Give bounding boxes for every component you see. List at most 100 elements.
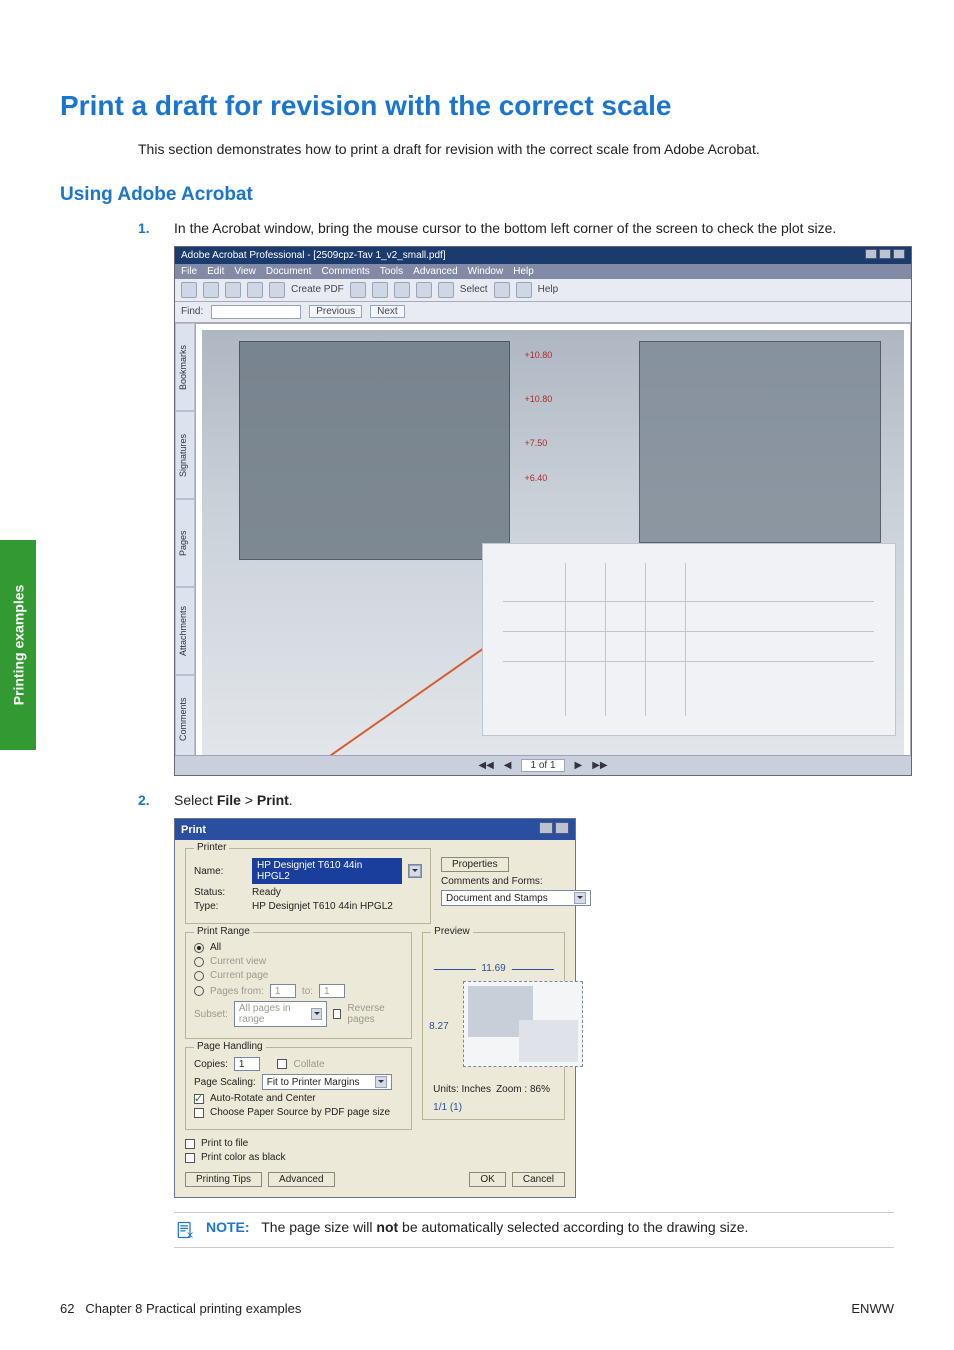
close-icon (893, 249, 905, 259)
papersource-checkbox (194, 1108, 204, 1118)
page-title: Print a draft for revision with the corr… (60, 90, 894, 122)
radio-all (194, 943, 204, 953)
zoom-label: Zoom : 86% (496, 1084, 550, 1095)
step-text: Select File > Print. (174, 790, 894, 810)
radio-current-view (194, 957, 204, 967)
print-range-group: Print Range All Current view Current pag… (185, 932, 412, 1039)
units-label: Units: Inches (433, 1084, 491, 1095)
print-black-checkbox (185, 1153, 195, 1163)
collate-checkbox (277, 1059, 287, 1069)
properties-button: Properties (441, 857, 509, 872)
print-to-file-checkbox (185, 1139, 195, 1149)
dialog-title: Print (181, 824, 206, 836)
menu-advanced: Advanced (413, 266, 457, 277)
advanced-button: Advanced (268, 1172, 334, 1187)
statusbar: ◀◀◀ 1 of 1 ▶▶▶ (175, 755, 911, 775)
highlight-icon (372, 282, 388, 298)
hand-icon (438, 282, 454, 298)
copies-input: 1 (234, 1057, 260, 1071)
window-title: Adobe Acrobat Professional - [2509cpz-Ta… (181, 250, 446, 261)
status-value: Ready (252, 887, 281, 898)
radio-pages (194, 986, 204, 996)
snapshot-icon (494, 282, 510, 298)
page-indicator: 1 of 1 (521, 759, 564, 772)
dialog-titlebar: Print (175, 819, 575, 840)
menu-comments: Comments (321, 266, 369, 277)
status-label: Status: (194, 887, 246, 898)
step-text: In the Acrobat window, bring the mouse c… (174, 218, 894, 238)
search-icon (269, 282, 285, 298)
tab-bookmarks: Bookmarks (175, 323, 195, 411)
find-input (211, 305, 301, 319)
name-label: Name: (194, 866, 246, 877)
window-controls (863, 249, 905, 262)
chapter-label: Chapter 8 Practical printing examples (85, 1301, 301, 1316)
findbar: Find: Previous Next (175, 302, 911, 323)
minimize-icon (865, 249, 877, 259)
footer-right: ENWW (851, 1301, 894, 1316)
find-next: Next (370, 305, 405, 318)
tab-comments: Comments (175, 675, 195, 763)
preview-width: 11.69 (481, 963, 505, 974)
dimension-label: +10.80 (524, 350, 552, 360)
page-number: 62 (60, 1301, 74, 1316)
createpdf-label: Create PDF (291, 284, 344, 295)
open-icon (181, 282, 197, 298)
dimension-label: +7.50 (524, 438, 547, 448)
menu-document: Document (266, 266, 312, 277)
maximize-icon (879, 249, 891, 259)
zoom-icon (516, 282, 532, 298)
chevron-down-icon (375, 1076, 387, 1088)
intro-text: This section demonstrates how to print a… (138, 140, 894, 160)
type-value: HP Designjet T610 44in HPGL2 (252, 901, 393, 912)
pages-from: 1 (270, 984, 296, 998)
printing-tips-button: Printing Tips (185, 1172, 262, 1187)
note-icon (174, 1219, 196, 1241)
type-label: Type: (194, 901, 246, 912)
pages-to: 1 (319, 984, 345, 998)
reverse-checkbox (333, 1009, 342, 1019)
toolbar: Create PDF Select 93% Help (175, 279, 911, 302)
preview-group: Preview 11.69 8.27 Units: Inches Zoom : … (422, 932, 565, 1120)
document-canvas: +10.80 +10.80 +7.50 +6.40 (195, 323, 911, 763)
scaling-select: Fit to Printer Margins (262, 1074, 392, 1090)
page-footer: 62 Chapter 8 Practical printing examples… (60, 1301, 894, 1316)
dimension-label: +6.40 (524, 473, 547, 483)
menu-view: View (234, 266, 256, 277)
menu-file: File (181, 266, 197, 277)
dimension-label: +10.80 (524, 394, 552, 404)
ok-button: OK (469, 1172, 505, 1187)
printer-name-select: HP Designjet T610 44in HPGL2 (252, 858, 402, 884)
step-number: 2. (138, 790, 156, 810)
radio-current-page (194, 971, 204, 981)
note-callout: NOTE: The page size will not be automati… (174, 1212, 894, 1248)
print-dialog-screenshot: Print Printer Name: HP Designjet T610 44… (174, 818, 576, 1198)
menu-help: Help (513, 266, 534, 277)
acrobat-screenshot: Adobe Acrobat Professional - [2509cpz-Ta… (174, 246, 912, 776)
menubar: File Edit View Document Comments Tools A… (175, 264, 911, 279)
find-prev: Previous (309, 305, 362, 318)
tab-attachments: Attachments (175, 587, 195, 675)
chevron-down-icon (311, 1008, 322, 1020)
select-label: Select (460, 284, 488, 295)
note-icon (350, 282, 366, 298)
page-of-label: 1/1 (1) (433, 1102, 462, 1113)
close-icon (555, 822, 569, 834)
print-icon (225, 282, 241, 298)
comments-select: Document and Stamps (441, 890, 591, 906)
save-icon (203, 282, 219, 298)
comments-label: Comments and Forms: (441, 876, 543, 887)
preview-height: 8.27 (429, 1021, 448, 1032)
menu-window: Window (468, 266, 504, 277)
sign-icon (416, 282, 432, 298)
tab-pages: Pages (175, 499, 195, 587)
step-number: 1. (138, 218, 156, 238)
tab-signatures: Signatures (175, 411, 195, 499)
chevron-down-icon (574, 892, 586, 904)
note-label: NOTE: (206, 1219, 250, 1235)
printer-group: Printer Name: HP Designjet T610 44in HPG… (185, 848, 431, 924)
stamp-icon (394, 282, 410, 298)
subset-select: All pages in range (234, 1001, 327, 1027)
find-label: Find: (181, 306, 203, 317)
window-titlebar: Adobe Acrobat Professional - [2509cpz-Ta… (175, 247, 911, 264)
